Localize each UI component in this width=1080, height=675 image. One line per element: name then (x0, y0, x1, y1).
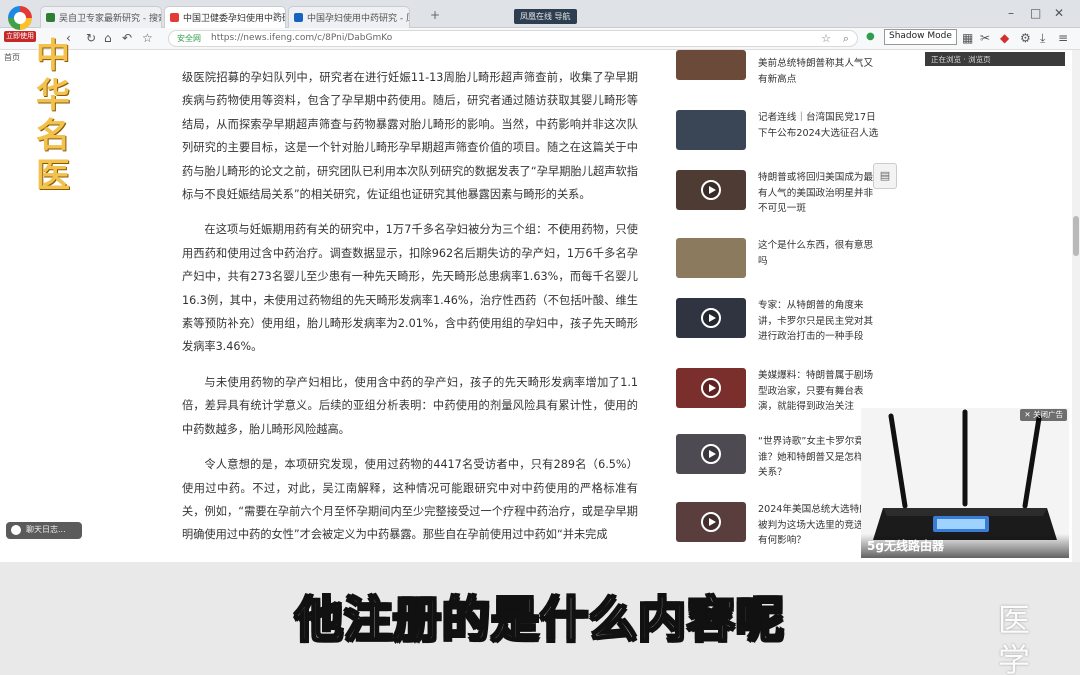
tab-1[interactable]: 吴自卫专家最新研究 - 搜索 (40, 6, 162, 28)
share-chip[interactable]: 凤凰在线 导航 (514, 9, 577, 24)
text-cursor-icon: I (559, 224, 563, 237)
tab-2[interactable]: 中国卫健委孕妇使用中药研究 ✕ (164, 6, 286, 28)
news-thumbnail[interactable] (676, 110, 746, 150)
search-icon[interactable]: ⌕ (843, 32, 849, 46)
play-icon (701, 180, 721, 200)
star-icon[interactable]: ☆ (821, 32, 831, 45)
logo-icon (8, 6, 32, 30)
article-body: 级医院招募的孕妇队列中，研究者在进行妊娠11-13周胎儿畸形超声筛查前，收集了孕… (182, 66, 638, 559)
logo-label: 立即使用 (4, 31, 36, 42)
close-tab-icon[interactable]: ✕ (272, 11, 280, 21)
bookmark-icon[interactable]: ☆ (142, 31, 153, 45)
address-toolbar: ‹ ↻ ⌂ ↶ ☆ 安全网 https://news.ifeng.com/c/8… (0, 28, 1080, 50)
undo-icon[interactable]: ↶ (122, 31, 132, 45)
minimize-icon[interactable]: – (1008, 6, 1014, 20)
chat-widget[interactable]: 聊天日志... (6, 522, 82, 539)
news-item[interactable]: 美前总统特朗普称其人气又有新高点 (676, 50, 886, 106)
tab-3[interactable]: 中国孕妇使用中药研究 - 凤凰 (288, 6, 410, 28)
news-item[interactable]: 这个是什么东西，很有意思吗 (676, 238, 886, 286)
play-icon (701, 512, 721, 532)
new-tab-icon[interactable]: + (430, 8, 440, 22)
article-paragraph: 与未使用药物的孕产妇相比，使用含中药的孕产妇，孩子的先天畸形发病率增加了1.1倍… (182, 375, 638, 436)
ad-caption: 5g无线路由器 (867, 539, 944, 553)
video-subtitle: 他注册的是什么内容呢 (294, 591, 785, 649)
chat-icon (11, 525, 21, 535)
extension-icon[interactable]: ● (866, 31, 875, 42)
news-thumbnail[interactable] (676, 368, 746, 408)
chat-label: 聊天日志... (26, 525, 66, 534)
news-thumbnail[interactable] (676, 50, 746, 80)
news-item[interactable]: “世界诗歌”女主卡罗尔竟是谁？她和特朗普又是怎样的关系？ (676, 434, 886, 482)
menu-icon[interactable]: ≡ (1058, 31, 1068, 45)
channel-watermark: 中华名医 (36, 36, 70, 196)
address-bar[interactable]: 安全网 https://news.ifeng.com/c/8Pni/DabGmK… (168, 30, 858, 47)
news-item[interactable]: 2024年美国总统大选特朗普被判为这场大选里的竞选者有何影响？ (676, 502, 886, 550)
news-item[interactable]: 特朗普或将回归美国成为最有人气的美国政治明星并非不可见一斑 (676, 170, 886, 218)
tab-label: 吴自卫专家最新研究 - 搜索 (59, 14, 162, 24)
scrollbar[interactable] (1072, 50, 1080, 562)
close-window-icon[interactable]: ✕ (1054, 6, 1064, 20)
play-icon (701, 444, 721, 464)
play-icon (701, 308, 721, 328)
sidebar-home-link[interactable]: 首页 (4, 52, 20, 63)
game-icon[interactable]: ◆ (1000, 31, 1009, 45)
news-thumbnail[interactable] (676, 434, 746, 474)
news-item[interactable]: 专家：从特朗普的角度来讲，卡罗尔只是民主党对其进行政治打击的一种手段 (676, 298, 886, 346)
video-frame: 吴自卫专家最新研究 - 搜索 中国卫健委孕妇使用中药研究 ✕ 中国孕妇使用中药研… (0, 0, 1080, 675)
url-text[interactable]: https://news.ifeng.com/c/8Pni/DabGmKo (211, 33, 392, 43)
refresh-icon[interactable]: ↻ (86, 31, 96, 45)
news-thumbnail[interactable] (676, 170, 746, 210)
news-thumbnail[interactable] (676, 502, 746, 542)
status-panel: 正在浏览 · 浏览页 (925, 52, 1065, 66)
news-thumbnail[interactable] (676, 298, 746, 338)
download-icon[interactable]: ⤓ (1040, 31, 1045, 46)
browser-logo[interactable]: 立即使用 (4, 6, 36, 42)
cut-icon[interactable]: ✂ (980, 31, 990, 45)
floating-ad[interactable]: ✕ 关闭广告 5g无线路由器 (861, 408, 1069, 558)
clipboard-icon[interactable]: ▤ (873, 163, 897, 189)
tab-favicon (46, 13, 55, 22)
article-paragraph: 令人意想的是，本项研究发现，使用过药物的4417名受访者中，只有289名（6.5… (182, 458, 638, 542)
scrollbar-thumb[interactable] (1073, 216, 1079, 256)
news-title[interactable]: 专家：从特朗普的角度来讲，卡罗尔只是民主党对其进行政治打击的一种手段 (758, 298, 880, 345)
tab-label: 中国卫健委孕妇使用中药研究 (183, 14, 285, 24)
tab-favicon (294, 13, 303, 22)
ad-caption-bar: 5g无线路由器 (861, 534, 1069, 558)
tab-label: 中国孕妇使用中药研究 - 凤凰 (307, 14, 409, 24)
news-item[interactable]: 记者连线｜台湾国民党17日下午公布2024大选征召人选 (676, 110, 886, 158)
news-title[interactable]: 美前总统特朗普称其人气又有新高点 (758, 56, 880, 87)
news-title[interactable]: 特朗普或将回归美国成为最有人气的美国政治明星并非不可见一斑 (758, 170, 880, 217)
news-thumbnail[interactable] (676, 238, 746, 278)
corner-watermark: 医学 (998, 601, 1031, 675)
article-paragraph: 级医院招募的孕妇队列中，研究者在进行妊娠11-13周胎儿畸形超声筛查前，收集了孕… (182, 71, 638, 202)
secure-badge: 安全网 (177, 34, 201, 43)
news-title[interactable]: 这个是什么东西，很有意思吗 (758, 238, 880, 269)
article-paragraph: 在这项与妊娠期用药有关的研究中，1万7千多名孕妇被分为三个组：不使用药物，只使用… (182, 223, 638, 354)
grid-icon[interactable]: ▦ (962, 31, 973, 45)
tab-strip: 吴自卫专家最新研究 - 搜索 中国卫健委孕妇使用中药研究 ✕ 中国孕妇使用中药研… (0, 0, 1080, 28)
shadow-mode-button[interactable]: Shadow Mode (884, 29, 957, 45)
browser-window: 吴自卫专家最新研究 - 搜索 中国卫健委孕妇使用中药研究 ✕ 中国孕妇使用中药研… (0, 0, 1080, 562)
maximize-icon[interactable]: □ (1030, 6, 1041, 20)
close-ad-label: 关闭广告 (1033, 410, 1063, 419)
tab-favicon (170, 13, 179, 22)
news-title[interactable]: 记者连线｜台湾国民党17日下午公布2024大选征召人选 (758, 110, 880, 141)
news-item[interactable]: 美媒爆料：特朗普属于剧场型政治家，只要有舞台表演，就能得到政治关注 (676, 368, 886, 416)
play-icon (701, 378, 721, 398)
home-icon[interactable]: ⌂ (104, 31, 112, 45)
settings-icon[interactable]: ⚙ (1020, 31, 1031, 45)
close-ad-button[interactable]: ✕ 关闭广告 (1020, 409, 1067, 421)
